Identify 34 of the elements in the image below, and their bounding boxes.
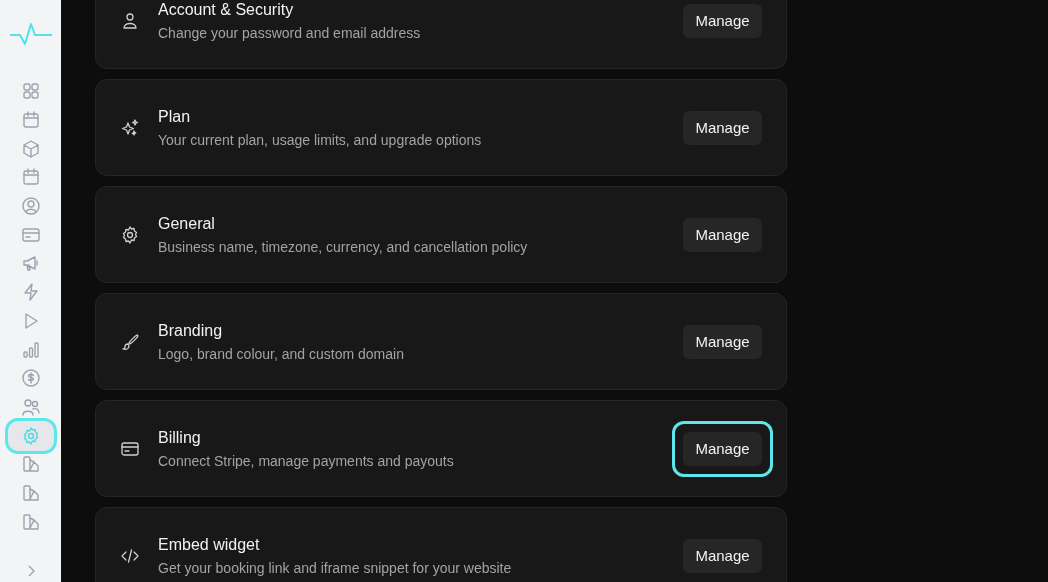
card-description: Logo, brand colour, and custom domain (158, 345, 405, 362)
user-circle-icon (20, 196, 41, 217)
manage-button[interactable]: Manage (683, 324, 762, 359)
grid-icon (20, 81, 41, 102)
card-title: General (158, 214, 216, 233)
manage-button[interactable]: Manage (683, 538, 762, 573)
manage-button[interactable]: Manage (683, 110, 762, 145)
card-description: Your current plan, usage limits, and upgrade options (158, 131, 483, 148)
card-title: Embed widget (158, 535, 261, 554)
bar-chart-icon (20, 339, 41, 360)
card-description: Get your booking link and iframe snippet for your website (158, 559, 513, 576)
card-title: Billing (158, 428, 202, 447)
card-title: Plan (158, 107, 192, 126)
sparkles-icon (120, 117, 140, 138)
manage-button[interactable]: Manage (683, 431, 762, 466)
calendar-icon (20, 110, 41, 131)
shapes-icon (20, 511, 41, 532)
manage-button[interactable]: Manage (683, 217, 762, 252)
settings-icon (120, 224, 140, 245)
megaphone-icon (20, 253, 41, 274)
cube-icon (20, 138, 41, 159)
card-description: Connect Stripe, manage payments and payouts (158, 452, 455, 469)
card-description: Business name, timezone, currency, and cancellation policy (158, 238, 529, 255)
calendar-icon (20, 167, 41, 188)
users-icon (20, 396, 41, 417)
card-description: Change your password and email address (158, 24, 422, 41)
manage-button[interactable]: Manage (683, 3, 762, 38)
user-icon (120, 10, 140, 31)
sidebar-item[interactable] (7, 421, 54, 452)
shapes-icon (20, 483, 41, 503)
dollar-icon (20, 368, 41, 389)
card-title: Account & Security (158, 0, 295, 19)
shapes-icon (20, 454, 41, 475)
card-title: Branding (158, 321, 224, 340)
